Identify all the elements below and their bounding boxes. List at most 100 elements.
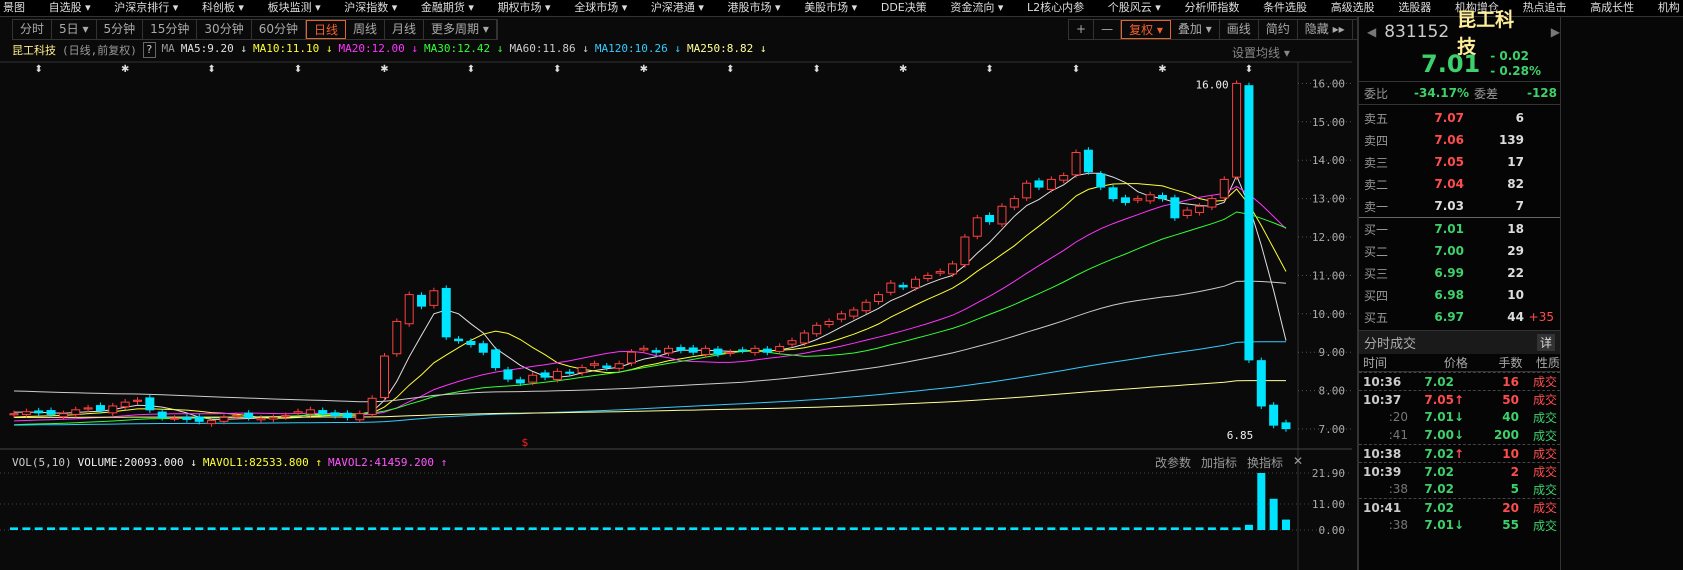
ticks-title: 分时成交 xyxy=(1364,337,1417,352)
volume-bar xyxy=(528,527,537,530)
volume-tool-button[interactable]: 换指标 xyxy=(1247,454,1283,471)
tick-row: :20 7.01 ↓ 40 成交 xyxy=(1359,408,1560,426)
volume-bar xyxy=(1220,527,1229,530)
prev-stock-icon[interactable]: ◀ xyxy=(1367,25,1376,39)
ma30-line xyxy=(13,211,1287,426)
candle-down xyxy=(898,284,908,288)
volume-bar xyxy=(960,527,969,530)
candle-up xyxy=(528,374,538,383)
level-label: 卖三 xyxy=(1364,155,1389,170)
volume-bar xyxy=(1257,473,1266,530)
candle-up xyxy=(552,370,562,380)
ticks-detail-button[interactable]: 详 xyxy=(1536,334,1555,351)
level-price: 7.00 xyxy=(1434,244,1464,258)
tick-price: 7.02 xyxy=(1424,446,1454,461)
candle-up xyxy=(1219,178,1229,199)
candle-up xyxy=(305,409,315,415)
candle-up xyxy=(379,355,389,399)
order-book-row: 买五 6.97 44 +35 xyxy=(1359,306,1560,328)
vol-name: VOL(5,10) xyxy=(12,456,72,469)
price-chart[interactable]: 16.00 15.00 14.00 13.00 12.00 11.00 10.00 9.00 8… xyxy=(0,0,1357,570)
candle-down xyxy=(503,369,513,380)
volume-bar xyxy=(849,527,858,530)
tick-time: 10:36 xyxy=(1363,374,1402,389)
ma20-line xyxy=(13,185,1287,422)
candle-up xyxy=(972,217,982,237)
candle-down xyxy=(1269,404,1279,426)
arrow-down-icon: ↓ xyxy=(1454,428,1465,442)
candle-down xyxy=(34,410,44,414)
volume-bar xyxy=(392,527,401,530)
level-price: 7.06 xyxy=(1434,133,1464,147)
wb-label: 委比 xyxy=(1364,86,1389,101)
side-strip xyxy=(1560,17,1683,570)
tick-price: 7.00 xyxy=(1424,428,1454,442)
candle-down xyxy=(540,372,550,378)
tick-volume: 200 xyxy=(1493,428,1519,442)
tick-volume: 20 xyxy=(1502,500,1519,515)
volume-bar xyxy=(133,527,142,530)
bid-list: 买一 7.01 18 买二 7.00 29 买三 6.99 22 买四 6.98 10 买五 6.97 44… xyxy=(1359,218,1560,328)
level-label: 买四 xyxy=(1364,288,1389,303)
ticks-header: 时间 价格 手数 性质 xyxy=(1359,354,1560,372)
level-price: 6.97 xyxy=(1434,310,1464,324)
menu-item[interactable]: 选股器 xyxy=(1395,0,1434,16)
volume-bar xyxy=(1183,527,1192,530)
vol-volume: VOLUME:20093.000 ↓ xyxy=(77,456,197,469)
volume-bar xyxy=(84,527,93,530)
volume-tool-button[interactable]: ✕ xyxy=(1293,454,1303,471)
candle-up xyxy=(960,236,970,266)
volume-bar xyxy=(676,527,685,530)
candle-up xyxy=(997,205,1007,225)
volume-bar xyxy=(726,527,735,530)
volume-bar xyxy=(800,527,809,530)
tick-volume: 50 xyxy=(1502,392,1519,407)
tick-type: 成交 xyxy=(1532,465,1557,479)
volume-bar xyxy=(911,527,920,530)
level-label: 卖一 xyxy=(1364,199,1389,214)
candle-down xyxy=(417,294,427,307)
tick-time: 10:38 xyxy=(1363,446,1402,461)
tick-type: 成交 xyxy=(1532,428,1557,443)
tick-volume: 2 xyxy=(1510,464,1519,479)
event-marker: ⬍ xyxy=(35,64,43,75)
volume-bar xyxy=(565,527,574,530)
order-book-row: 卖三 7.05 17 xyxy=(1359,151,1560,173)
tick-row: 10:38 7.02 ↑ 10 成交 xyxy=(1359,444,1560,462)
candle-down xyxy=(478,343,488,353)
volume-bar xyxy=(1207,527,1216,530)
tick-time: 10:39 xyxy=(1363,464,1402,479)
next-stock-icon[interactable]: ▶ xyxy=(1551,25,1560,39)
tick-volume: 55 xyxy=(1502,518,1519,532)
low-label: 6.85 xyxy=(1227,429,1254,442)
volume-bar xyxy=(553,527,562,530)
tick-price: 7.01 xyxy=(1424,410,1454,424)
candle-up xyxy=(664,347,674,354)
volume-bar xyxy=(108,527,117,530)
menu-item[interactable]: 机构 xyxy=(1655,0,1683,16)
tick-price: 7.01 xyxy=(1424,518,1454,532)
volume-bar xyxy=(281,527,290,530)
candle-down xyxy=(441,287,451,338)
arrow-down-icon: ↓ xyxy=(1454,518,1465,532)
candle-up xyxy=(948,263,958,275)
tick-type: 成交 xyxy=(1532,482,1557,497)
event-marker: ⬍ xyxy=(207,64,215,75)
volume-bar xyxy=(1109,527,1118,530)
volume-bar xyxy=(1232,527,1241,530)
level-label: 卖五 xyxy=(1364,111,1389,126)
candle-up xyxy=(1009,198,1019,208)
volume-bar xyxy=(1035,527,1044,530)
volume-bar xyxy=(355,527,364,530)
volume-tool-button[interactable]: 加指标 xyxy=(1201,454,1237,471)
volume-tool-button[interactable]: 改参数 xyxy=(1155,454,1191,471)
ma60-line xyxy=(13,280,1287,403)
tick-volume: 16 xyxy=(1502,374,1519,389)
volume-bar xyxy=(1121,527,1130,530)
order-book-row: 卖四 7.06 139 xyxy=(1359,129,1560,151)
candle-up xyxy=(268,416,278,420)
volume-bar xyxy=(639,527,648,530)
volume-bar xyxy=(96,527,105,530)
volume-bar xyxy=(1022,527,1031,530)
menu-item[interactable]: 高成长性 xyxy=(1587,0,1637,16)
